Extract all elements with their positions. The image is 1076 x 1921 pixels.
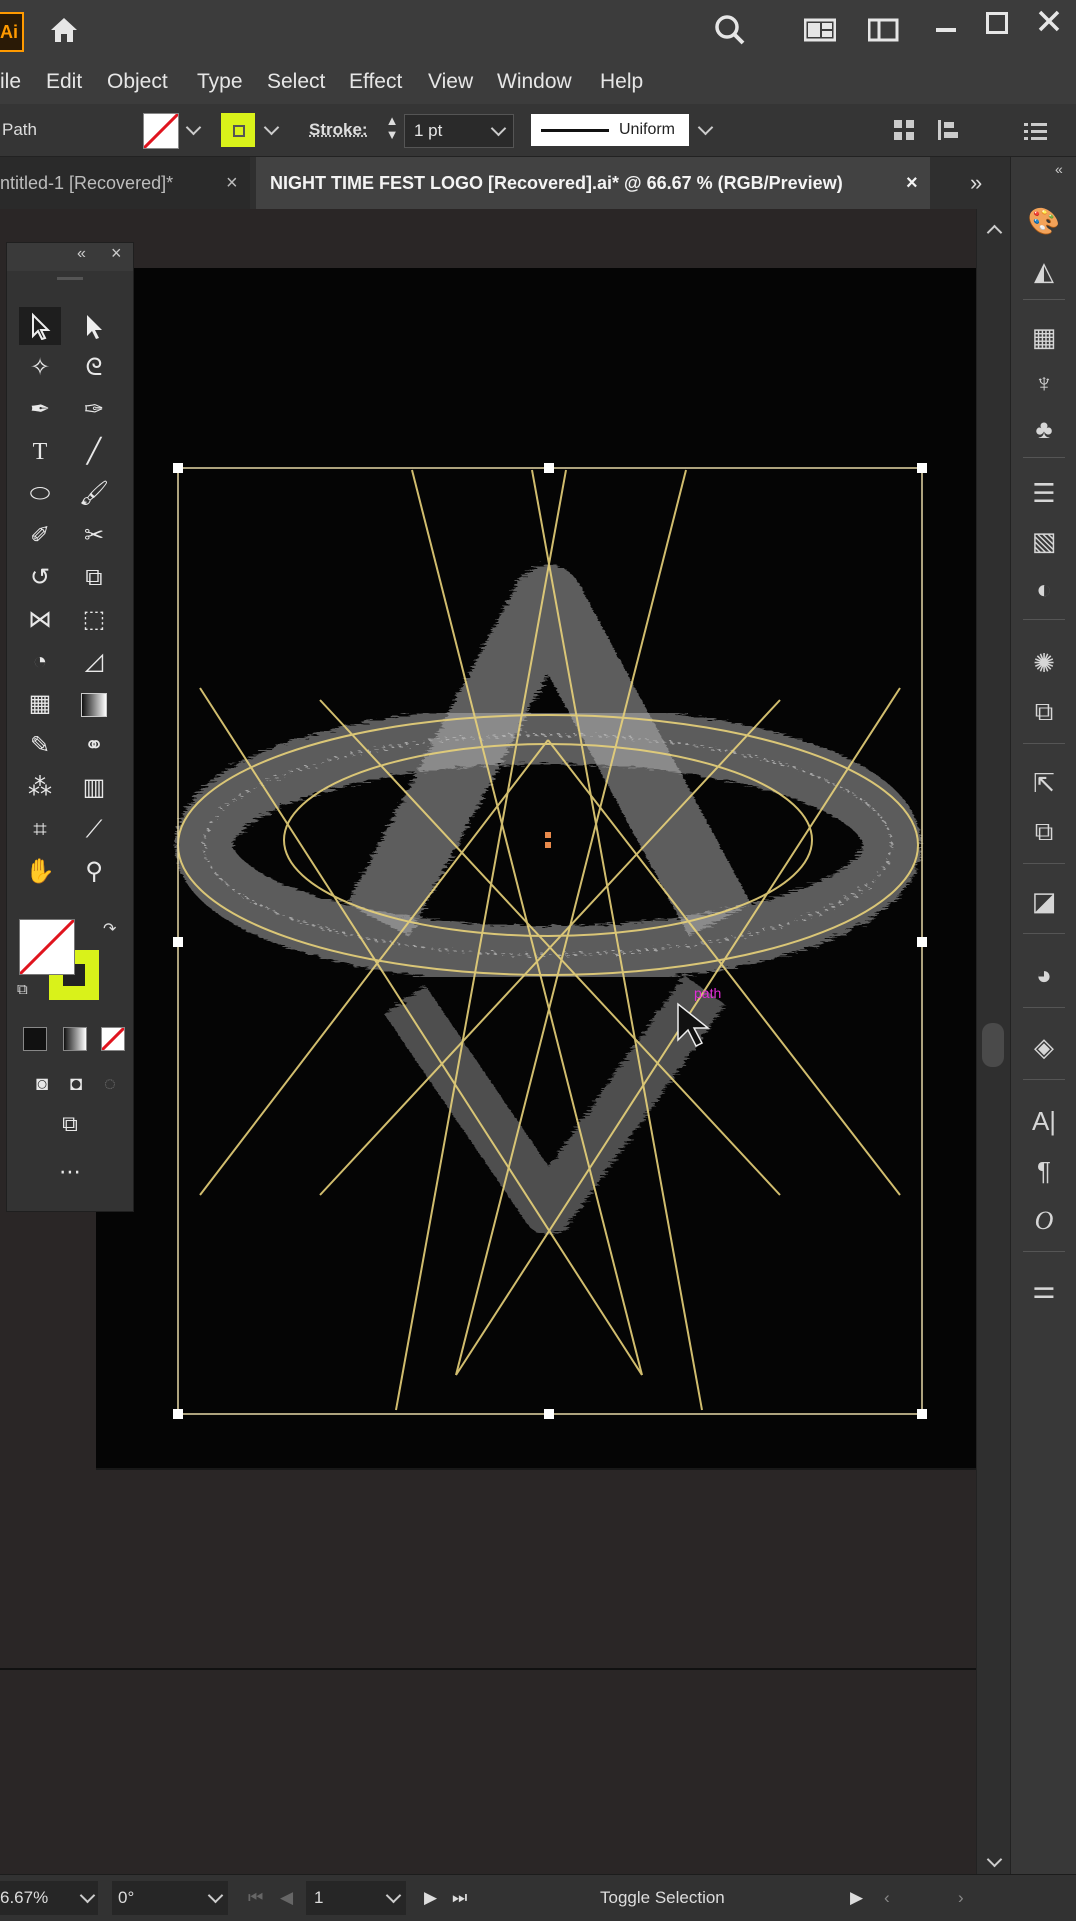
gradient-panel-icon[interactable]: ▧ <box>1011 521 1076 561</box>
lasso-tool-icon[interactable]: ᘓ <box>73 349 115 387</box>
close-panel-icon[interactable]: × <box>111 243 122 264</box>
fill-color-box[interactable] <box>19 919 75 975</box>
slice-tool-icon[interactable]: ⟋ <box>73 811 115 849</box>
column-graph-tool-icon[interactable]: ▥ <box>73 769 115 807</box>
export-icon[interactable]: ⇱ <box>1011 763 1076 803</box>
scroll-right-icon[interactable]: › <box>958 1875 964 1921</box>
tools-panel: « × ✧ ᘓ ✒ ✑ T ╱ ⬭ 🖌 ✐ ✂ ↺ ⧉ ⋈ ⬚ ◔ ◿ ▦ ✎ … <box>6 242 134 1212</box>
symbol-sprayer-tool-icon[interactable]: ⁂ <box>19 769 61 807</box>
hand-tool-icon[interactable]: ✋ <box>19 853 61 891</box>
rotation-field[interactable]: 0° <box>112 1881 228 1915</box>
next-artboard-icon[interactable]: ▶ <box>424 1875 437 1921</box>
eyedropper-tool-icon[interactable]: ✎ <box>19 727 61 765</box>
free-transform-tool-icon[interactable]: ⬚ <box>73 601 115 639</box>
scroll-up-icon[interactable] <box>986 224 1003 241</box>
sketch-triangle <box>347 565 751 1235</box>
zoom-value: 6.67% <box>0 1888 49 1907</box>
stroke-panel-icon[interactable]: ☰ <box>1011 473 1076 513</box>
collapse-panel-icon[interactable]: « <box>77 245 86 263</box>
line-segment-tool-icon[interactable]: ╱ <box>73 433 115 471</box>
scissors-tool-icon[interactable]: ✂ <box>73 517 115 555</box>
panel-grip[interactable] <box>57 277 83 280</box>
artboard-number: 1 <box>314 1888 324 1907</box>
scroll-down-icon[interactable] <box>986 1851 1003 1868</box>
none-mode-icon[interactable] <box>101 1027 125 1051</box>
curvature-tool-icon[interactable]: ✑ <box>73 391 115 429</box>
change-screen-mode-icon[interactable]: ⧉ <box>49 1105 91 1143</box>
character-panel-icon[interactable]: A| <box>1011 1101 1076 1141</box>
default-fill-stroke-icon[interactable]: ⧉ <box>17 981 28 998</box>
artboard-tool-icon[interactable]: ⌗ <box>19 811 61 849</box>
previous-artboard-icon[interactable]: ◀ <box>280 1875 293 1921</box>
shaper-tool-icon[interactable]: ✐ <box>19 517 61 555</box>
gradient-mode-icon[interactable] <box>63 1027 87 1051</box>
paintbrush-tool-icon[interactable]: 🖌 <box>73 475 115 513</box>
scale-tool-icon[interactable]: ⧉ <box>73 559 115 597</box>
color-mode-icon[interactable] <box>23 1027 47 1051</box>
swatches-icon[interactable]: ▦ <box>1011 317 1076 357</box>
vertical-scrollbar[interactable] <box>976 209 1011 1874</box>
first-artboard-icon[interactable]: ⏮ <box>248 1875 263 1921</box>
appearance-panel-icon[interactable]: ✺ <box>1011 643 1076 683</box>
properties-sliders-icon[interactable]: ⚌ <box>1011 1269 1076 1309</box>
swap-fill-stroke-icon[interactable]: ↷ <box>103 919 116 939</box>
direct-selection-tool-icon[interactable] <box>73 307 115 345</box>
status-bar: 6.67% 0° ⏮ ◀ 1 ▶ ⏭ Toggle Selection ▶ ‹ … <box>0 1874 1076 1921</box>
scroll-left-icon[interactable]: ‹ <box>884 1875 890 1921</box>
zoom-chevron-icon <box>79 1887 96 1904</box>
mesh-tool-icon[interactable]: ▦ <box>19 685 61 723</box>
brushes-icon[interactable]: ♆ <box>1011 363 1076 403</box>
width-tool-icon[interactable]: ⋈ <box>19 601 61 639</box>
zoom-tool-icon[interactable]: ⚲ <box>73 853 115 891</box>
draw-inside-icon[interactable]: ◌ <box>89 1065 131 1103</box>
libraries-icon[interactable]: ◪ <box>1011 881 1076 921</box>
color-guide-icon[interactable]: ◭ <box>1011 251 1076 291</box>
magic-wand-tool-icon[interactable]: ✧ <box>19 349 61 387</box>
type-tool-icon[interactable]: T <box>19 433 61 471</box>
artboard-chevron-icon <box>385 1887 402 1904</box>
rotation-chevron-icon <box>207 1887 224 1904</box>
panel-dock: « 🎨 ◭ ▦ ♆ ♣ ☰ ▧ ◐ ✺ ⧉ ⇱ ⧉ ◪ ◕ ◈ A| ¶ O ⚌ <box>1010 157 1076 1920</box>
artboard-number-field[interactable]: 1 <box>306 1881 406 1915</box>
shape-builder-tool-icon[interactable]: ◔ <box>19 643 61 681</box>
artwork-layer[interactable] <box>0 0 1076 1920</box>
pen-tool-icon[interactable]: ✒ <box>19 391 61 429</box>
zoom-field[interactable]: 6.67% <box>0 1881 98 1915</box>
ellipse-tool-icon[interactable]: ⬭ <box>19 475 61 513</box>
tools-panel-header[interactable]: « × <box>7 243 133 271</box>
expand-panels-icon[interactable]: « <box>1055 161 1063 177</box>
status-menu-arrow-icon[interactable]: ▶ <box>850 1875 863 1921</box>
properties-icon[interactable]: ◕ <box>1011 955 1076 995</box>
selection-tool-icon[interactable] <box>19 307 61 345</box>
rotate-tool-icon[interactable]: ↺ <box>19 559 61 597</box>
edit-toolbar-icon[interactable]: ⋯ <box>49 1153 91 1191</box>
layers-icon[interactable]: ◈ <box>1011 1027 1076 1067</box>
artboards-panel-icon[interactable]: ⧉ <box>1011 811 1076 851</box>
perspective-grid-tool-icon[interactable]: ◿ <box>73 643 115 681</box>
status-info-text[interactable]: Toggle Selection <box>600 1875 725 1921</box>
vertical-scroll-thumb[interactable] <box>982 1023 1004 1067</box>
rotation-value: 0° <box>118 1888 135 1907</box>
gradient-tool-icon[interactable] <box>73 685 115 723</box>
transparency-panel-icon[interactable]: ◐ <box>1011 569 1076 609</box>
opentype-panel-icon[interactable]: O <box>1011 1201 1076 1241</box>
blend-tool-icon[interactable]: ⚭ <box>73 727 115 765</box>
smart-guide-label: path <box>694 985 722 1001</box>
symbols-icon[interactable]: ♣ <box>1011 409 1076 449</box>
graphic-styles-icon[interactable]: ⧉ <box>1011 691 1076 731</box>
paragraph-panel-icon[interactable]: ¶ <box>1011 1151 1076 1191</box>
last-artboard-icon[interactable]: ⏭ <box>452 1875 467 1921</box>
color-panel-icon[interactable]: 🎨 <box>1011 201 1076 241</box>
